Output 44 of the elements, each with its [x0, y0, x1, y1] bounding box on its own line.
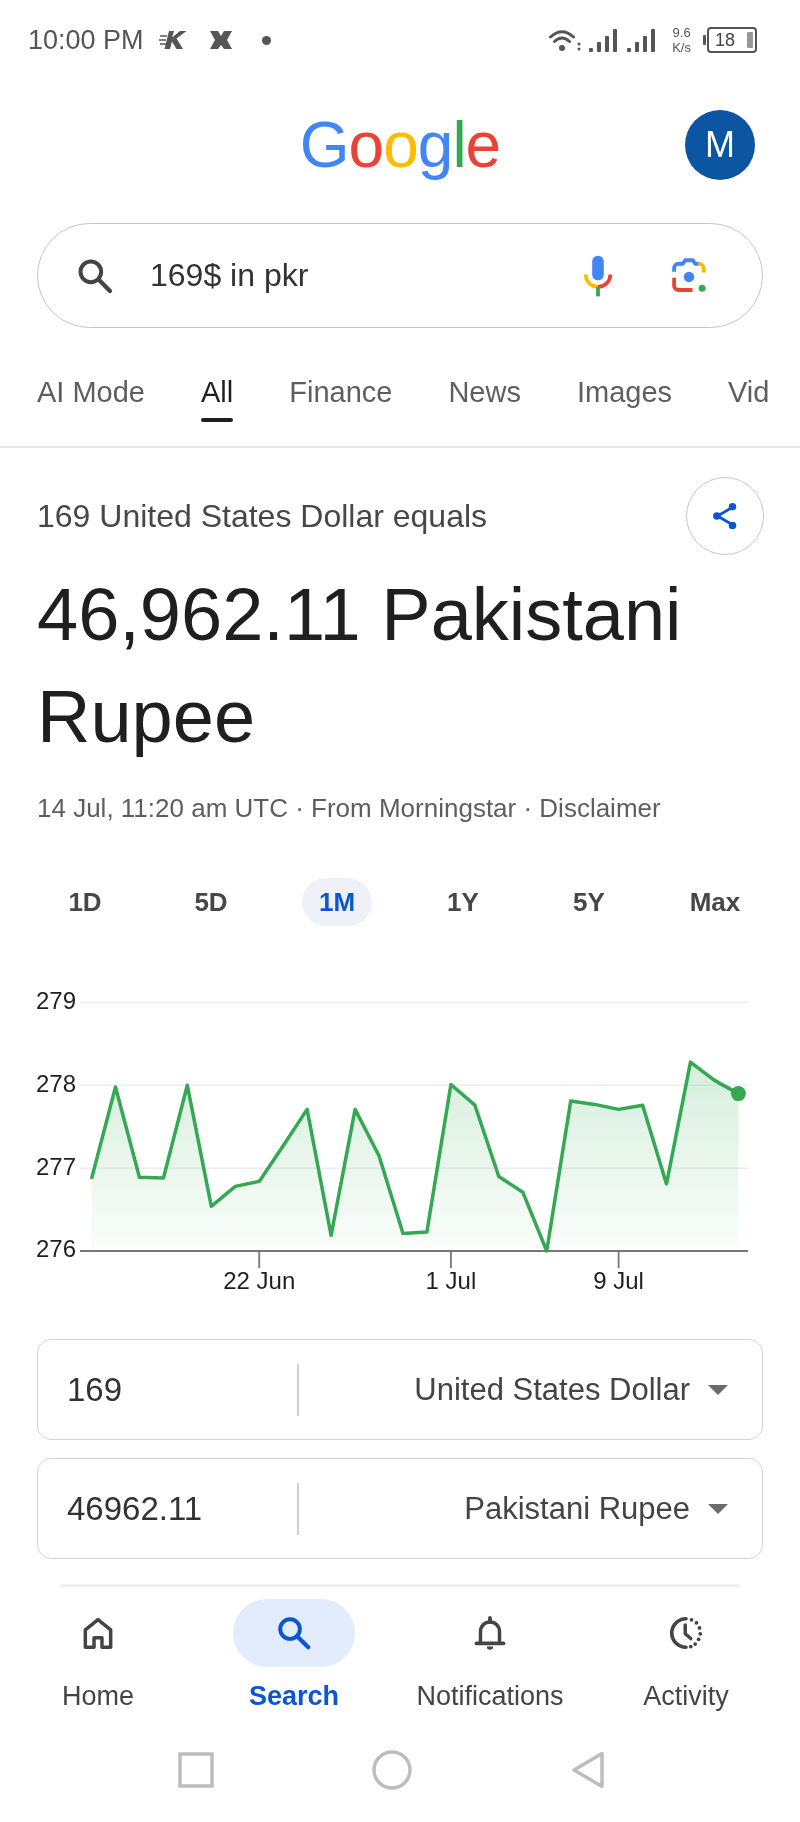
dot-icon [261, 35, 271, 45]
bottom-nav-tab[interactable]: Activity [588, 1599, 784, 1713]
x-axis-label: 1 Jul [425, 1267, 477, 1295]
x-axis-label: 9 Jul [593, 1267, 644, 1295]
caret-icon [708, 1503, 728, 1514]
amount-input[interactable]: 169 [38, 1370, 297, 1409]
microphone-icon[interactable] [582, 253, 614, 298]
category-tab[interactable]: News [448, 328, 521, 446]
battery-indicator: 18 [703, 27, 757, 53]
bottom-nav-tab[interactable]: Home [0, 1599, 196, 1713]
range-tab[interactable]: 1M [301, 878, 373, 926]
range-tab[interactable]: 1D [51, 878, 119, 926]
end-point-dot-icon [730, 1086, 746, 1102]
category-tab[interactable]: Images [576, 328, 673, 446]
range-tab[interactable]: Max [672, 878, 758, 926]
bottom-nav-tab[interactable]: Notifications [392, 1599, 588, 1713]
conversion-caption: 169 United States Dollar equals [37, 497, 488, 535]
app-notification-icon [158, 30, 187, 50]
category-tab[interactable]: All [201, 328, 234, 446]
y-axis-label: 276 [36, 1235, 77, 1263]
category-tab[interactable]: AI Mode [37, 328, 145, 446]
bottom-nav-tab[interactable]: Search [196, 1599, 392, 1713]
account-avatar[interactable]: M [685, 110, 755, 180]
category-tab[interactable]: Vid [728, 328, 770, 446]
currency-dropdown[interactable]: United States Dollar [298, 1371, 762, 1408]
range-tab[interactable]: 1Y [430, 878, 496, 926]
network-speed: 9.6 [672, 25, 691, 40]
range-tab[interactable]: 5D [177, 878, 245, 926]
clock-icon [667, 1614, 705, 1652]
y-axis-label: 278 [36, 1069, 77, 1097]
source-info: 14 Jul, 11:20 am UTC · From Morningstar · Disclaimer [37, 792, 662, 825]
amount-input[interactable]: 46962.11 [38, 1489, 297, 1528]
caret-icon [708, 1384, 728, 1395]
range-tab[interactable]: 5Y [556, 878, 622, 926]
converted-amount: 46,962.11 Pakistani Rupee [37, 572, 683, 760]
x-axis-label: 22 Jun [223, 1267, 296, 1295]
status-time: 10:00 PM [28, 24, 144, 56]
y-axis-label: 279 [36, 986, 77, 1014]
y-axis-label: 277 [36, 1152, 77, 1180]
app-notification-icon [207, 30, 234, 50]
network-speed-unit: K/s [672, 40, 691, 55]
category-tab[interactable]: Finance [289, 328, 393, 446]
google-logo: Google [299, 108, 501, 183]
currency-dropdown[interactable]: Pakistani Rupee [298, 1490, 762, 1527]
